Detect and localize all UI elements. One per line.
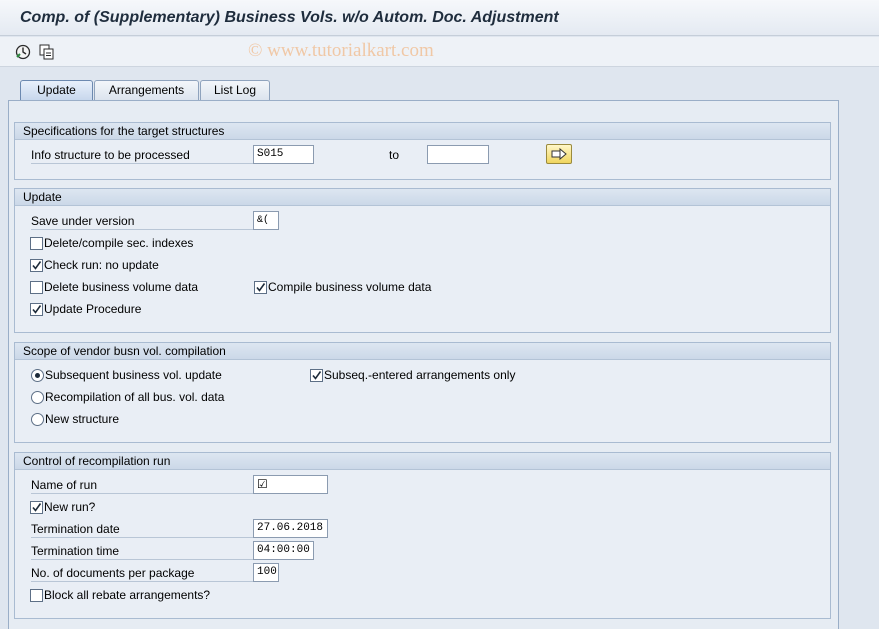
documents-per-package-label: No. of documents per package [31,564,253,582]
group-header: Specifications for the target structures [15,123,830,140]
to-label: to [389,148,400,162]
recompilation-label: Recompilation of all bus. vol. data [45,390,225,404]
new-structure-radio[interactable] [31,413,44,426]
new-run-checkbox[interactable] [30,501,43,514]
group-header: Control of recompilation run [15,453,830,470]
group-scope: Scope of vendor busn vol. compilation Su… [14,342,831,443]
page-title: Comp. of (Supplementary) Business Vols. … [20,9,559,26]
save-version-label: Save under version [31,212,253,230]
tab-arrangements[interactable]: Arrangements [94,80,199,100]
compile-bv-checkbox[interactable] [254,281,267,294]
update-procedure-label: Update Procedure [44,302,142,316]
application-toolbar [0,37,879,67]
run-name-input[interactable]: ☑ [253,475,328,494]
delete-indexes-label: Delete/compile sec. indexes [44,236,194,250]
info-structure-input[interactable]: S015 [253,145,314,164]
title-bar: Comp. of (Supplementary) Business Vols. … [0,0,879,36]
documents-per-package-input[interactable]: 100 [253,563,279,582]
multiple-selection-arrow-icon [551,147,567,161]
watermark: © www.tutorialkart.com [248,40,434,61]
execute-icon[interactable] [14,43,32,61]
new-structure-label: New structure [45,412,120,426]
termination-date-label: Termination date [31,520,253,538]
update-procedure-checkbox[interactable] [30,303,43,316]
group-header: Update [15,189,830,206]
block-all-label: Block all rebate arrangements? [44,588,211,602]
delete-bv-checkbox[interactable] [30,281,43,294]
group-header: Scope of vendor busn vol. compilation [15,343,830,360]
check-run-checkbox[interactable] [30,259,43,272]
info-structure-to-input[interactable] [427,145,489,164]
termination-time-label: Termination time [31,542,253,560]
group-specifications: Specifications for the target structures… [14,122,831,180]
subseq-only-checkbox[interactable] [310,369,323,382]
run-name-label: Name of run [31,476,253,494]
delete-indexes-checkbox[interactable] [30,237,43,250]
termination-date-input[interactable]: 27.06.2018 [253,519,328,538]
compile-bv-label: Compile business volume data [268,280,432,294]
subsequent-update-label: Subsequent business vol. update [45,368,222,382]
group-update: Update Save under version &( Delete/comp… [14,188,831,333]
check-run-label: Check run: no update [44,258,159,272]
tab-list-log[interactable]: List Log [200,80,270,100]
subsequent-update-radio[interactable] [31,369,44,382]
delete-bv-label: Delete business volume data [44,280,199,294]
get-variant-icon[interactable] [38,43,56,61]
recompilation-radio[interactable] [31,391,44,404]
group-control: Control of recompilation run Name of run… [14,452,831,619]
multiple-selection-button[interactable] [546,144,572,164]
termination-time-input[interactable]: 04:00:00 [253,541,314,560]
block-all-checkbox[interactable] [30,589,43,602]
new-run-label: New run? [44,500,96,514]
tab-update[interactable]: Update [20,80,93,101]
info-structure-label: Info structure to be processed [31,146,253,164]
save-version-input[interactable]: &( [253,211,279,230]
subseq-only-label: Subseq.-entered arrangements only [324,368,516,382]
